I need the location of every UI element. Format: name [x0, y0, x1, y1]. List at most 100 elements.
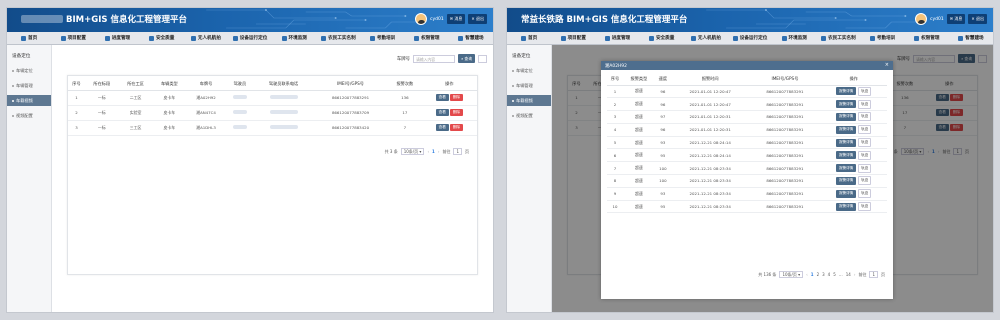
reset-button[interactable] — [478, 54, 487, 63]
nav-item[interactable]: 项目配置 — [551, 32, 595, 44]
track-button[interactable]: 轨迹 — [858, 125, 872, 135]
page-number[interactable]: 1 — [432, 149, 435, 154]
modal-title: 湘A02H92 — [605, 63, 627, 69]
view-button[interactable]: 查看 — [435, 124, 449, 131]
message-button[interactable]: ✉ 消息 — [446, 14, 466, 24]
track-button[interactable]: 轨迹 — [858, 150, 872, 160]
nav-item[interactable]: 首页 — [507, 32, 551, 44]
nav-icon — [958, 35, 964, 41]
track-button[interactable]: 轨迹 — [858, 99, 872, 109]
nav-item[interactable]: 设备运行定位 — [228, 32, 272, 44]
page-number[interactable]: … — [839, 272, 843, 277]
track-button[interactable]: 轨迹 — [858, 176, 872, 186]
sidebar-head[interactable]: 设备定位 — [507, 45, 551, 65]
prev-page-icon[interactable]: ‹ — [427, 149, 429, 154]
track-button[interactable]: 轨迹 — [858, 163, 872, 173]
nav-item[interactable]: 首页 — [7, 32, 51, 44]
sidebar-item[interactable]: 车载视频 — [507, 95, 551, 106]
page-number[interactable]: 5 — [833, 272, 836, 277]
alarm-detail-button[interactable]: 报警详情 — [836, 112, 857, 121]
sidebar-item[interactable]: 车辆定位 — [7, 65, 51, 76]
track-button[interactable]: 轨迹 — [858, 189, 872, 199]
nav-item[interactable]: 智慧建场 — [949, 32, 993, 44]
nav-item[interactable]: 权限管理 — [905, 32, 949, 44]
total-count: 共 3 条 — [384, 148, 398, 154]
alarm-detail-button[interactable]: 报警详情 — [836, 189, 857, 198]
page-number[interactable]: 14 — [846, 272, 851, 277]
goto-input[interactable]: 1 — [869, 271, 878, 278]
app-title-text: BIM+GIS 信息化工程管理平台 — [566, 15, 688, 25]
track-button[interactable]: 轨迹 — [858, 202, 872, 212]
goto-label: 前往 — [858, 271, 867, 277]
nav-item[interactable]: 设备运行定位 — [728, 32, 772, 44]
cell-actions: 报警详情 轨迹 — [820, 174, 887, 188]
alarm-detail-button[interactable]: 报警详情 — [836, 100, 857, 109]
alarm-detail-button[interactable]: 报警详情 — [836, 202, 857, 211]
nav-item[interactable]: 安全质量 — [140, 32, 184, 44]
close-icon[interactable]: × — [885, 62, 889, 68]
sidebar-item[interactable]: 车辆定位 — [507, 65, 551, 76]
track-button[interactable]: 轨迹 — [858, 138, 872, 148]
avatar[interactable] — [415, 13, 428, 25]
cell-type: 皮卡车 — [152, 90, 187, 106]
nav-item[interactable]: 智慧建场 — [449, 32, 493, 44]
nav-item[interactable]: 环境监测 — [272, 32, 316, 44]
avatar[interactable] — [915, 13, 928, 25]
page-number[interactable]: 3 — [822, 272, 825, 277]
delete-button[interactable]: 删除 — [449, 124, 464, 131]
next-page-icon[interactable]: › — [854, 272, 856, 277]
delete-button[interactable]: 删除 — [449, 94, 464, 101]
nav-icon — [104, 35, 110, 41]
page-size-select[interactable]: 10条/页 ▾ — [400, 148, 425, 155]
sidebar-item[interactable]: 视频配置 — [507, 110, 551, 121]
nav-item[interactable]: 环境监测 — [772, 32, 816, 44]
alarm-detail-button[interactable]: 报警详情 — [836, 151, 857, 160]
sidebar-item[interactable]: 车辆管理 — [7, 80, 51, 91]
goto-input[interactable]: 1 — [453, 148, 462, 155]
nav-item[interactable]: 农民工实名制 — [316, 32, 360, 44]
search-input[interactable]: 请输入内容 — [413, 54, 456, 63]
nav-item[interactable]: 考勤培训 — [361, 32, 405, 44]
cell-index: 1 — [68, 90, 85, 106]
nav-item[interactable]: 进度管理 — [595, 32, 639, 44]
nav-label: 环境监测 — [788, 36, 807, 41]
next-page-icon[interactable]: › — [438, 149, 440, 154]
page-number[interactable]: 4 — [828, 272, 831, 277]
view-button[interactable]: 查看 — [435, 109, 449, 116]
message-button[interactable]: ✉ 消息 — [946, 14, 966, 24]
alarm-detail-button[interactable]: 报警详情 — [836, 125, 857, 134]
nav-item[interactable]: 权限管理 — [405, 32, 449, 44]
nav-item[interactable]: 进度管理 — [95, 32, 139, 44]
nav-item[interactable]: 农民工实名制 — [816, 32, 860, 44]
sidebar-head[interactable]: 设备定位 — [7, 45, 51, 65]
sidebar-item[interactable]: 车辆管理 — [507, 80, 551, 91]
nav-label: 设备运行定位 — [739, 36, 768, 41]
page-number[interactable]: 1 — [811, 272, 814, 277]
view-button[interactable]: 查看 — [435, 94, 449, 101]
cell-imei: 866120077883291 — [749, 123, 821, 137]
nav-label: 无人机航拍 — [197, 36, 221, 41]
nav-item[interactable]: 无人机航拍 — [684, 32, 728, 44]
page-size-select[interactable]: 10条/页 ▾ — [779, 271, 804, 278]
nav-label: 智慧建场 — [965, 36, 984, 41]
track-button[interactable]: 轨迹 — [858, 112, 872, 122]
alarm-detail-button[interactable]: 报警详情 — [836, 176, 857, 185]
nav-item[interactable]: 考勤培训 — [861, 32, 905, 44]
prev-page-icon[interactable]: ‹ — [806, 272, 808, 277]
track-button[interactable]: 轨迹 — [858, 86, 872, 96]
app-header: BIM+GIS 信息化工程管理平台 cyd01 ✉ 消息 ✕ 退出 — [7, 8, 493, 32]
logout-button[interactable]: ✕ 退出 — [468, 14, 487, 24]
page-number[interactable]: 2 — [817, 272, 820, 277]
nav-item[interactable]: 无人机航拍 — [184, 32, 228, 44]
sidebar-item[interactable]: 车载视频 — [7, 95, 51, 106]
sidebar-item[interactable]: 视频配置 — [7, 110, 51, 121]
logout-button[interactable]: ✕ 退出 — [968, 14, 987, 24]
alarm-detail-button[interactable]: 报警详情 — [836, 87, 857, 96]
alarm-detail-button[interactable]: 报警详情 — [836, 164, 857, 173]
nav-item[interactable]: 安全质量 — [640, 32, 684, 44]
nav-item[interactable]: 项目配置 — [51, 32, 95, 44]
delete-button[interactable]: 删除 — [449, 109, 464, 116]
nav-icon — [414, 35, 420, 41]
search-button[interactable]: ⌕ 查询 — [458, 54, 475, 63]
alarm-detail-button[interactable]: 报警详情 — [836, 138, 857, 147]
